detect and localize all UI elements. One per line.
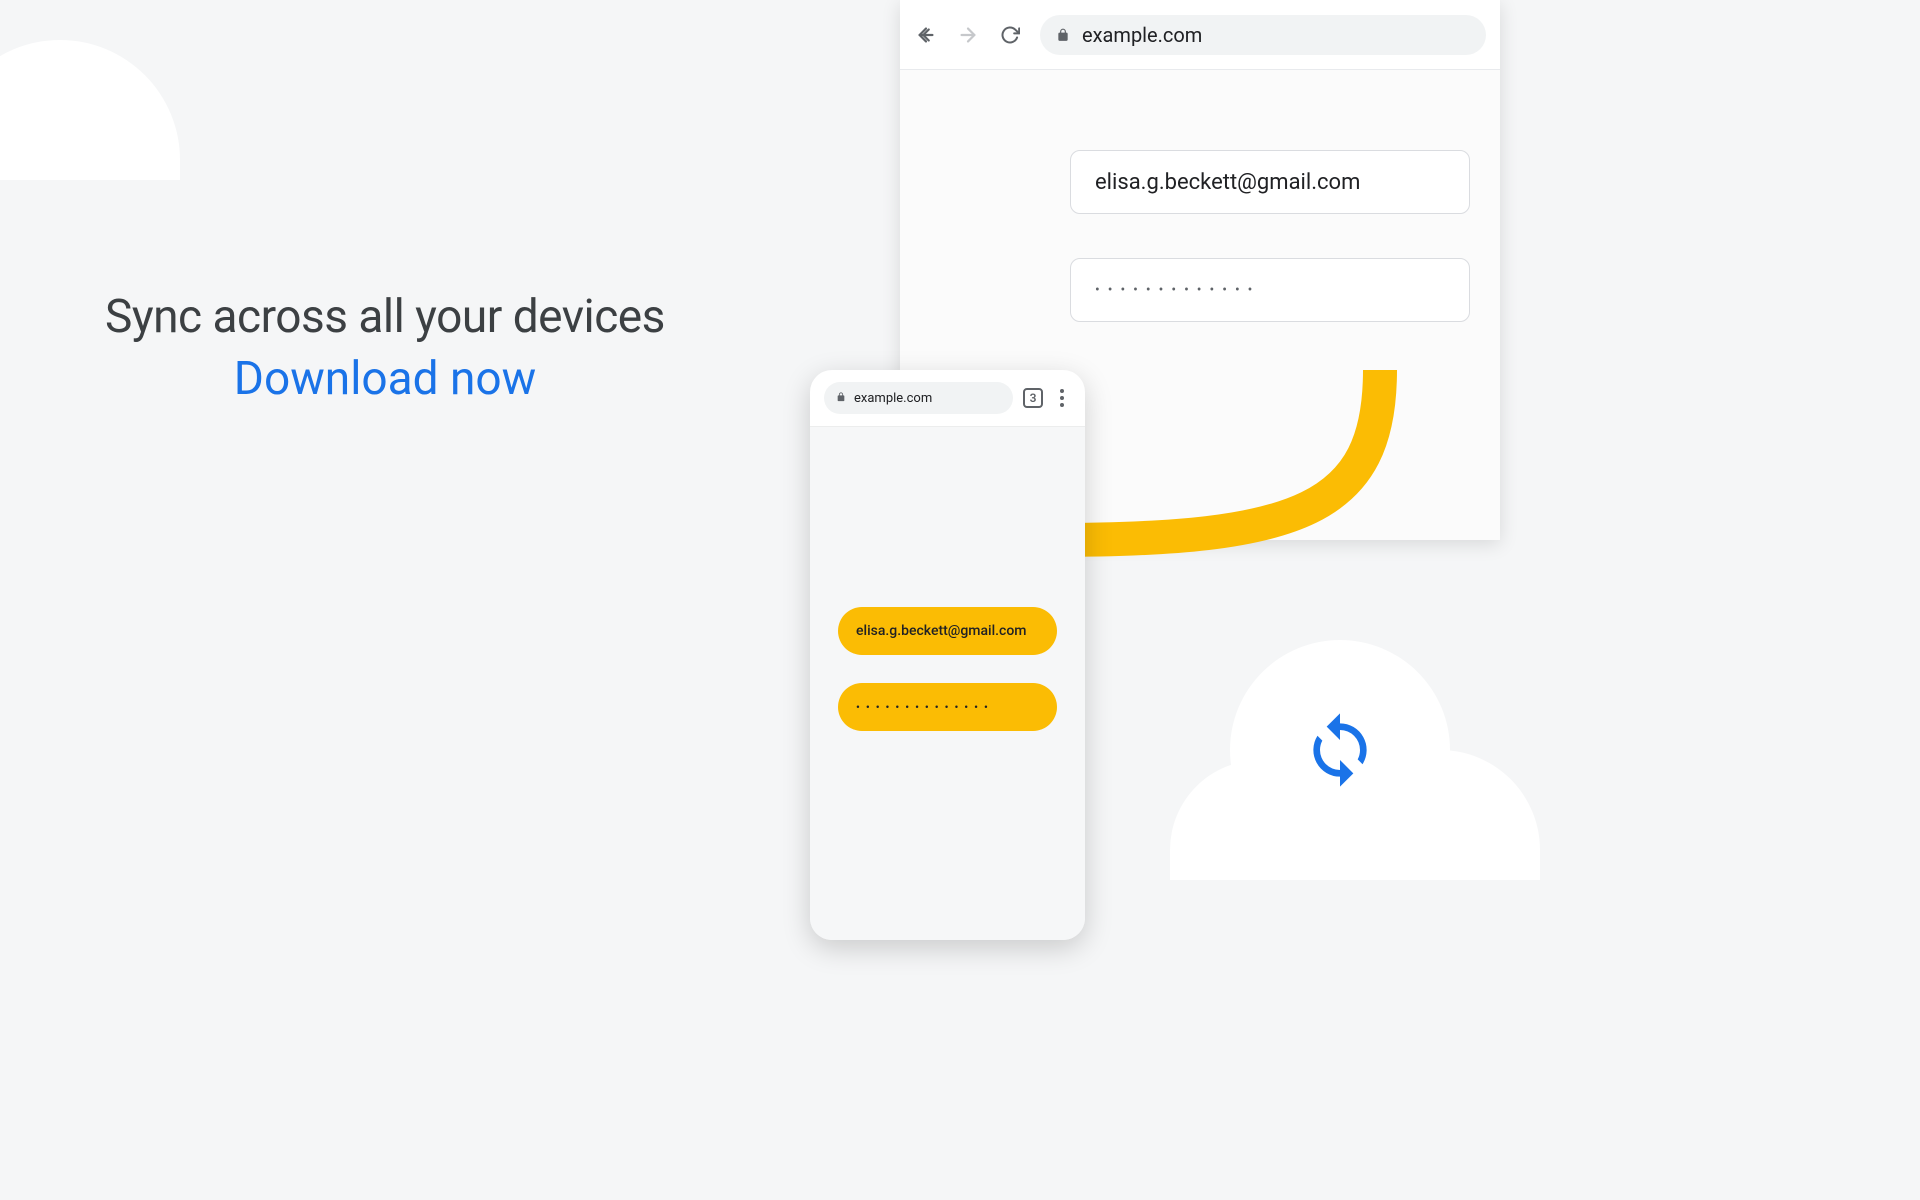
mobile-password-pill[interactable]: ••••••••••••••: [838, 683, 1057, 731]
sync-connector-yellow: [1050, 370, 1410, 590]
headline-title: Sync across all your devices: [75, 290, 695, 344]
sync-icon: [1300, 710, 1380, 790]
mobile-url-text: example.com: [854, 391, 932, 406]
back-icon[interactable]: [914, 23, 938, 47]
download-link[interactable]: Download now: [75, 352, 695, 406]
desktop-address-bar[interactable]: example.com: [1040, 15, 1486, 55]
mobile-page-body: elisa.g.beckett@gmail.com ••••••••••••••: [810, 426, 1085, 940]
headline-block: Sync across all your devices Download no…: [75, 290, 695, 406]
cloud-decoration-topleft: [0, 40, 180, 180]
mobile-email-value: elisa.g.beckett@gmail.com: [856, 623, 1026, 639]
forward-icon[interactable]: [956, 23, 980, 47]
mobile-toolbar: example.com 3: [810, 370, 1085, 426]
desktop-toolbar: example.com: [900, 0, 1500, 70]
desktop-password-mask: •••••••••••••: [1095, 282, 1260, 298]
desktop-password-field[interactable]: •••••••••••••: [1070, 258, 1470, 322]
mobile-password-mask: ••••••••••••••: [856, 701, 994, 714]
cloud-decoration-bottomright: [1170, 640, 1530, 880]
tab-count-value: 3: [1030, 391, 1037, 405]
desktop-url-text: example.com: [1082, 23, 1202, 47]
mobile-email-pill[interactable]: elisa.g.beckett@gmail.com: [838, 607, 1057, 655]
tab-count-badge[interactable]: 3: [1023, 388, 1043, 408]
lock-icon: [836, 392, 846, 405]
overflow-menu-icon[interactable]: [1053, 389, 1071, 407]
mobile-address-bar[interactable]: example.com: [824, 382, 1013, 414]
mobile-browser-frame: example.com 3 elisa.g.beckett@gmail.com …: [810, 370, 1085, 940]
desktop-email-field[interactable]: elisa.g.beckett@gmail.com: [1070, 150, 1470, 214]
desktop-email-value: elisa.g.beckett@gmail.com: [1095, 170, 1360, 195]
reload-icon[interactable]: [998, 23, 1022, 47]
lock-icon: [1056, 23, 1070, 47]
